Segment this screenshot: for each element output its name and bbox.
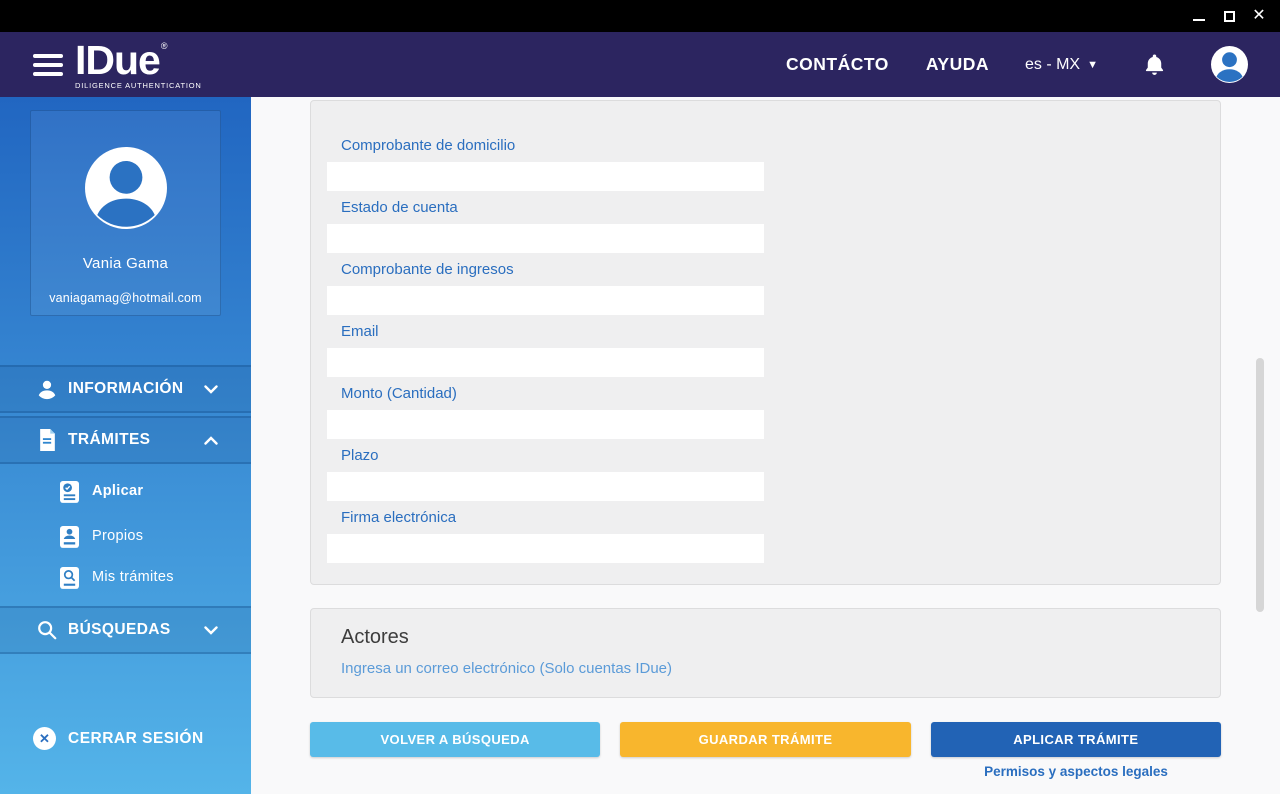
logout-button[interactable]: ✕ CERRAR SESIÓN — [33, 727, 204, 750]
actors-title: Actores — [341, 626, 1220, 649]
field-input-plazo[interactable] — [327, 472, 764, 501]
user-avatar[interactable] — [1211, 46, 1248, 83]
document-icon — [36, 429, 58, 451]
sidebar-subitem-label: Propios — [92, 528, 143, 544]
sidebar-subitem-label: Mis trámites — [92, 569, 174, 585]
back-to-search-button[interactable]: VOLVER A BÚSQUEDA — [310, 722, 600, 757]
minimize-icon[interactable] — [1184, 0, 1214, 32]
doc-search-icon — [60, 566, 80, 589]
locale-value: es - MX — [1025, 56, 1080, 74]
sidebar-item-informacion[interactable]: INFORMACIÓN — [0, 365, 251, 413]
vertical-scrollbar-thumb[interactable] — [1256, 358, 1264, 612]
sidebar-subitem-propios[interactable]: Propios — [0, 521, 251, 551]
caret-down-icon: ▼ — [1087, 59, 1098, 71]
logo-wordmark: IDue — [75, 37, 160, 83]
chevron-down-icon — [204, 385, 218, 394]
actors-card: Actores Ingresa un correo electrónico (S… — [310, 608, 1221, 698]
logo-tagline: DILIGENCE AUTHENTICATION — [75, 82, 202, 90]
profile-avatar — [85, 147, 167, 229]
main-content: Comprobante de domicilio Estado de cuent… — [251, 97, 1280, 794]
notifications-bell-icon[interactable] — [1144, 53, 1165, 76]
field-input-comprobante-ingresos[interactable] — [327, 286, 764, 315]
sidebar-subitem-mis-tramites[interactable]: Mis trámites — [0, 562, 251, 592]
field-label-comprobante-domicilio: Comprobante de domicilio — [341, 137, 1220, 155]
field-label-comprobante-ingresos: Comprobante de ingresos — [341, 261, 1220, 279]
user-icon — [36, 378, 58, 400]
application-form-card: Comprobante de domicilio Estado de cuent… — [310, 100, 1221, 585]
actors-hint-link[interactable]: Ingresa un correo electrónico (Solo cuen… — [341, 660, 1220, 677]
field-label-monto: Monto (Cantidad) — [341, 385, 1220, 403]
header-nav: CONTÁCTO AYUDA es - MX ▼ — [786, 46, 1248, 83]
field-label-plazo: Plazo — [341, 447, 1220, 465]
app-logo: IDue® DILIGENCE AUTHENTICATION — [75, 40, 202, 90]
sidebar-item-label: BÚSQUEDAS — [68, 621, 171, 639]
field-input-monto[interactable] — [327, 410, 764, 439]
sidebar-item-label: INFORMACIÓN — [68, 380, 183, 398]
maximize-icon[interactable] — [1214, 0, 1244, 32]
close-circle-icon: ✕ — [33, 727, 56, 750]
sidebar-item-tramites[interactable]: TRÁMITES — [0, 416, 251, 464]
sidebar: Vania Gama vaniagamag@hotmail.com INFORM… — [0, 97, 251, 794]
registered-mark: ® — [161, 41, 168, 51]
profile-email: vaniagamag@hotmail.com — [49, 291, 202, 305]
contact-link[interactable]: CONTÁCTO — [786, 54, 889, 75]
sidebar-subitem-label: Aplicar — [92, 483, 143, 499]
field-input-email[interactable] — [327, 348, 764, 377]
field-label-estado-cuenta: Estado de cuenta — [341, 199, 1220, 217]
legal-link[interactable]: Permisos y aspectos legales — [931, 764, 1221, 779]
doc-user-icon — [60, 525, 80, 548]
apply-tramite-button[interactable]: APLICAR TRÁMITE — [931, 722, 1221, 757]
sidebar-item-label: TRÁMITES — [68, 431, 150, 449]
help-link[interactable]: AYUDA — [926, 54, 989, 75]
window-titlebar: ✕ — [0, 0, 1280, 32]
sidebar-item-busquedas[interactable]: BÚSQUEDAS — [0, 606, 251, 654]
search-icon — [36, 619, 58, 641]
menu-icon[interactable] — [33, 49, 63, 81]
chevron-up-icon — [204, 436, 218, 445]
chevron-down-icon — [204, 626, 218, 635]
field-label-firma: Firma electrónica — [341, 509, 1220, 527]
logout-label: CERRAR SESIÓN — [68, 730, 204, 748]
field-label-email: Email — [341, 323, 1220, 341]
doc-check-icon — [60, 480, 80, 503]
save-tramite-button[interactable]: GUARDAR TRÁMITE — [620, 722, 910, 757]
app-header: IDue® DILIGENCE AUTHENTICATION CONTÁCTO … — [0, 32, 1280, 97]
close-icon[interactable]: ✕ — [1244, 0, 1274, 32]
profile-card: Vania Gama vaniagamag@hotmail.com — [30, 110, 221, 316]
profile-name: Vania Gama — [83, 255, 168, 272]
locale-dropdown[interactable]: es - MX ▼ — [1025, 56, 1098, 74]
field-input-estado-cuenta[interactable] — [327, 224, 764, 253]
action-buttons: VOLVER A BÚSQUEDA GUARDAR TRÁMITE APLICA… — [310, 722, 1221, 757]
sidebar-subitem-aplicar[interactable]: Aplicar — [0, 476, 251, 506]
field-input-comprobante-domicilio[interactable] — [327, 162, 764, 191]
field-input-firma[interactable] — [327, 534, 764, 563]
